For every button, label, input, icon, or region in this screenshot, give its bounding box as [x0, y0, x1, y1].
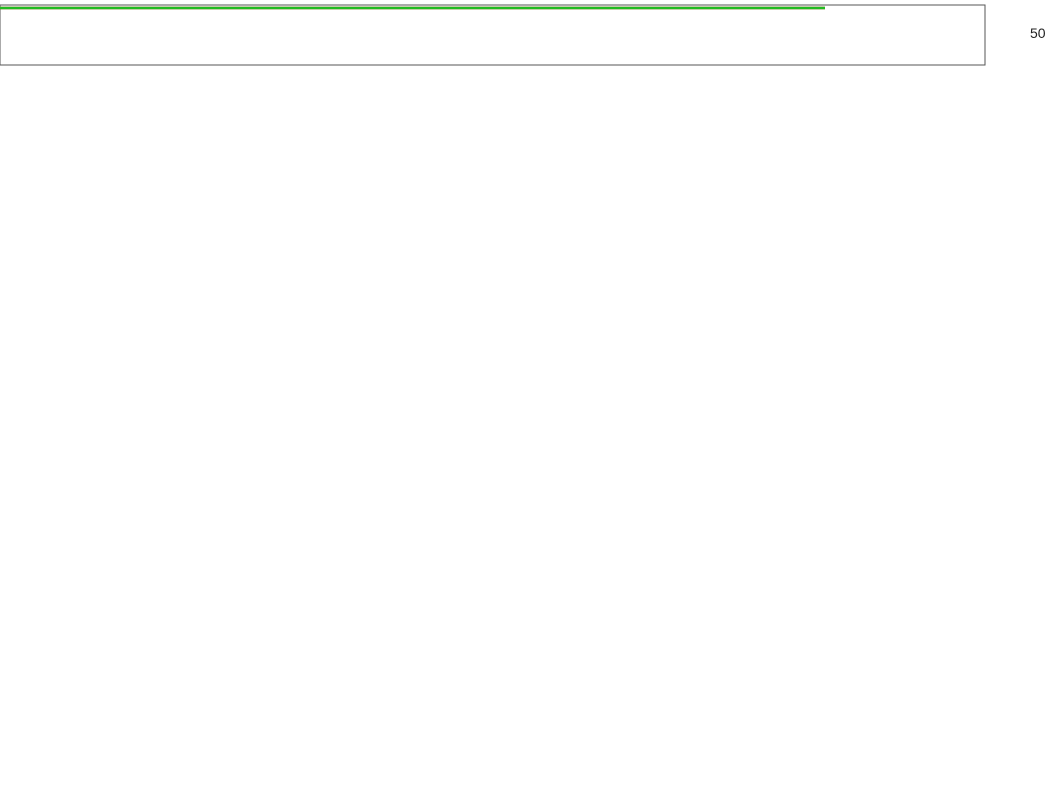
stock-chart: 50 — [0, 0, 1063, 800]
oscillator-1-tick-label: 50 — [1030, 25, 1046, 41]
chart-background — [0, 0, 1063, 800]
